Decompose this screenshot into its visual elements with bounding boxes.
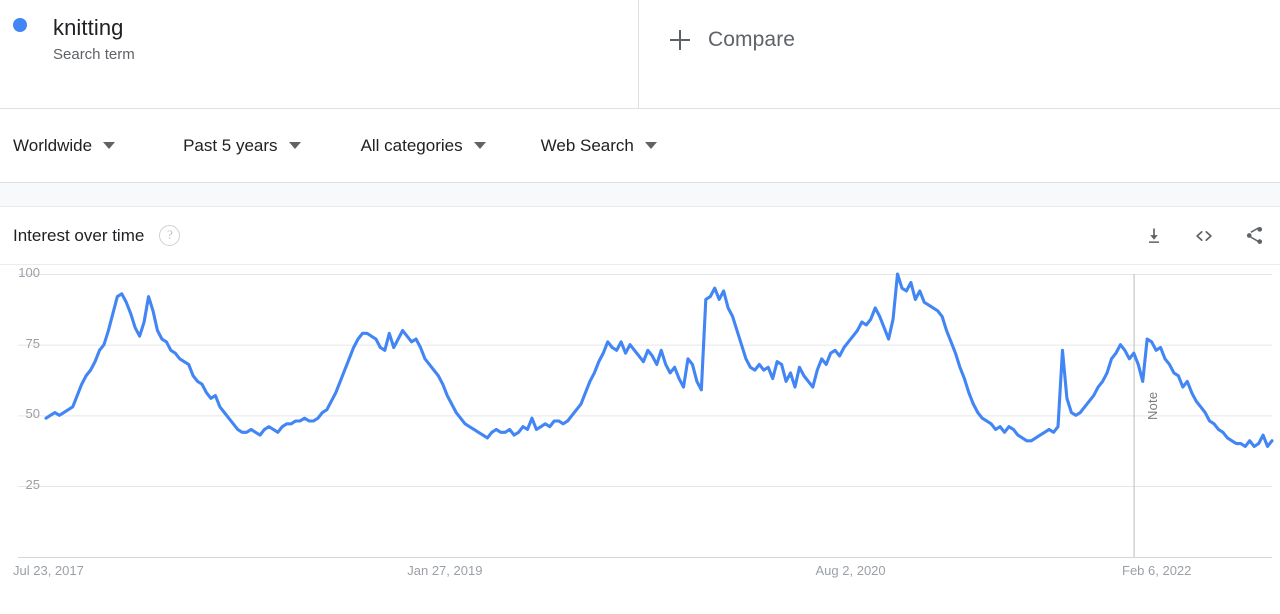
download-icon[interactable] xyxy=(1141,223,1167,249)
content-spacer xyxy=(0,183,1280,207)
plus-icon xyxy=(670,30,690,50)
filter-time-range-label: Past 5 years xyxy=(183,135,278,155)
search-term-name: knitting xyxy=(53,15,124,40)
y-axis-tick: 100 xyxy=(18,265,40,280)
filter-location-label: Worldwide xyxy=(13,135,93,155)
add-comparison-button[interactable]: Compare xyxy=(670,27,795,53)
page-title: Interest over time xyxy=(13,225,145,245)
filter-category-label: All categories xyxy=(360,135,463,155)
interest-over-time-chart[interactable]: 100 75 50 25 Jul 23, 2017 Jan 27, 2019 Aug 2,… xyxy=(0,265,1280,588)
embed-icon[interactable] xyxy=(1191,223,1217,249)
series-color-dot xyxy=(13,18,27,32)
chevron-down-icon xyxy=(103,142,116,149)
chevron-down-icon xyxy=(288,142,301,149)
y-axis-tick: 25 xyxy=(25,477,40,492)
chevron-down-icon xyxy=(473,142,486,149)
note-annotation-text[interactable]: Note xyxy=(1145,392,1160,420)
compare-label: Compare xyxy=(708,28,796,51)
x-axis-tick: Aug 2, 2020 xyxy=(815,563,886,578)
help-icon[interactable]: ? xyxy=(159,225,181,246)
filter-search-type[interactable]: Web Search xyxy=(541,135,657,157)
share-icon[interactable] xyxy=(1241,223,1267,249)
y-axis-tick: 75 xyxy=(25,335,40,351)
search-term-type: Search term xyxy=(53,46,135,63)
search-term-bar: knitting Search term Compare xyxy=(0,0,1280,109)
filter-bar: Worldwide Past 5 years All categories We… xyxy=(0,109,1280,183)
filter-category[interactable]: All categories xyxy=(361,135,486,157)
search-term-card[interactable]: knitting Search term xyxy=(0,0,639,109)
x-axis-tick: Feb 6, 2022 xyxy=(1122,563,1192,578)
interest-over-time-card: Interest over time ? 100 75 50 25 Jul 23… xyxy=(0,207,1280,588)
card-header: Interest over time ? xyxy=(0,207,1280,265)
filter-location[interactable]: Worldwide xyxy=(13,135,116,157)
filter-search-type-label: Web Search xyxy=(540,135,634,155)
compare-cell: Compare xyxy=(639,0,1280,109)
chart-svg xyxy=(18,272,1274,558)
chevron-down-icon xyxy=(644,142,657,149)
x-axis-tick: Jul 23, 2017 xyxy=(13,563,84,578)
series-line-knitting xyxy=(44,272,1274,448)
y-axis-tick: 50 xyxy=(25,406,40,422)
filter-time-range[interactable]: Past 5 years xyxy=(183,135,301,157)
x-axis-tick: Jan 27, 2019 xyxy=(407,563,483,578)
